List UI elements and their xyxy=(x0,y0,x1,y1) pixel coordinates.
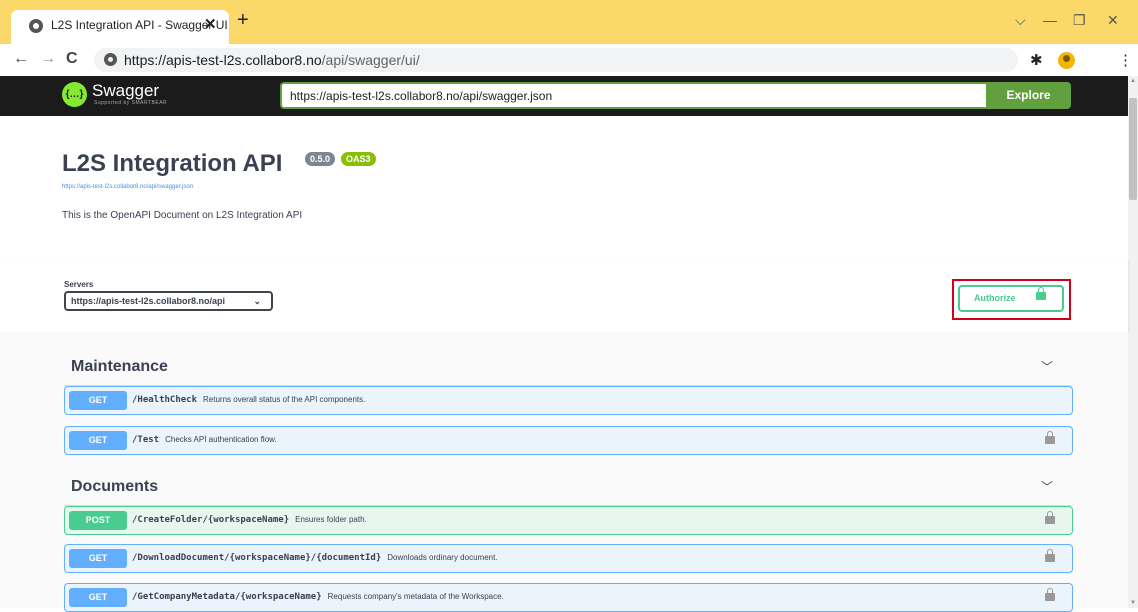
operation-summary: Ensures folder path. xyxy=(295,515,367,524)
swagger-logo-icon: {…} xyxy=(62,82,87,107)
tab-search-icon[interactable]: ⌵ xyxy=(1015,12,1026,29)
tag-name: Maintenance xyxy=(71,358,168,375)
new-tab-button[interactable]: + xyxy=(237,10,249,30)
unlock-icon xyxy=(1036,287,1046,300)
profile-avatar[interactable] xyxy=(1058,52,1075,69)
operation-summary: Returns overall status of the API compon… xyxy=(203,395,366,404)
operation-path: /GetCompanyMetadata/{workspaceName} Reque… xyxy=(132,592,504,602)
tag-section-header[interactable]: Documents ﹀ xyxy=(64,458,1073,506)
version-badge: 0.5.0 xyxy=(305,152,336,166)
operation-path: /HealthCheck Returns overall status of th… xyxy=(132,395,365,405)
address-bar[interactable]: https://apis-test-l2s.collabor8.no/api/s… xyxy=(94,48,1018,72)
oas-badge: OAS3 xyxy=(341,152,376,166)
operation-row[interactable]: POST /CreateFolder/{workspaceName} Ensure… xyxy=(64,506,1073,535)
scroll-down-icon[interactable]: ▼ xyxy=(1130,600,1136,606)
url-host: https://apis-test-l2s.collabor8.no xyxy=(124,52,322,68)
address-url: https://apis-test-l2s.collabor8.no/api/s… xyxy=(124,52,420,68)
page-scrollbar[interactable]: ▲ ▼ xyxy=(1128,76,1138,608)
tab-close-icon[interactable]: ✕ xyxy=(204,15,217,33)
method-badge: GET xyxy=(69,588,127,607)
browser-menu-icon[interactable]: ⋮ xyxy=(1118,51,1133,69)
operation-row[interactable]: GET /Test Checks API authentication flow. xyxy=(64,426,1073,455)
path-text: /Test xyxy=(132,435,160,445)
method-badge: GET xyxy=(69,549,127,568)
window-close-button[interactable]: ✕ xyxy=(1107,12,1119,29)
globe-icon xyxy=(29,19,43,33)
extensions-icon[interactable]: ✱ xyxy=(1030,51,1043,69)
operation-path: /DownloadDocument/{workspaceName}/{docum… xyxy=(132,553,498,563)
tab-title: L2S Integration API - Swagger UI xyxy=(51,18,228,32)
operations-section: Maintenance ﹀ GET /HealthCheck Returns ov… xyxy=(0,332,1128,612)
spec-url-input[interactable]: https://apis-test-l2s.collabor8.no/api/s… xyxy=(280,82,986,109)
operation-path: /CreateFolder/{workspaceName} Ensures fol… xyxy=(132,515,367,525)
site-info-icon[interactable] xyxy=(104,53,117,66)
browser-tab-strip: L2S Integration API - Swagger UI ✕ + ⌵ —… xyxy=(0,0,1138,44)
lock-icon[interactable] xyxy=(1045,511,1055,524)
back-button[interactable]: ← xyxy=(13,50,29,68)
api-description: This is the OpenAPI Document on L2S Inte… xyxy=(62,210,303,221)
scheme-container: Servers https://apis-test-l2s.collabor8.… xyxy=(0,260,1128,332)
operation-row[interactable]: GET /DownloadDocument/{workspaceName}/{d… xyxy=(64,544,1073,573)
servers-label: Servers xyxy=(64,280,94,289)
explore-button[interactable]: Explore xyxy=(986,82,1071,109)
swagger-logo-subtext: Supported by SMARTBEAR xyxy=(94,100,168,106)
restore-button[interactable]: ❐ xyxy=(1073,12,1086,29)
scroll-up-icon[interactable]: ▲ xyxy=(1130,78,1136,84)
servers-select[interactable]: https://apis-test-l2s.collabor8.no/api ⌄ xyxy=(64,291,273,311)
operation-summary: Downloads ordinary document. xyxy=(387,553,498,562)
swagger-logo-text: Swagger xyxy=(92,81,160,100)
path-text: /DownloadDocument/{workspaceName}/{docum… xyxy=(132,553,382,563)
chevron-down-icon[interactable]: ﹀ xyxy=(1041,478,1053,495)
spec-link[interactable]: https://apis-test-l2s.collabor8.no/api/s… xyxy=(62,184,193,190)
browser-tab[interactable]: L2S Integration API - Swagger UI ✕ xyxy=(11,10,229,44)
operation-summary: Checks API authentication flow. xyxy=(165,435,277,444)
operation-path: /Test Checks API authentication flow. xyxy=(132,435,277,445)
tag-section-header[interactable]: Maintenance ﹀ xyxy=(64,338,1073,386)
path-text: /CreateFolder/{workspaceName} xyxy=(132,515,290,525)
url-path: /api/swagger/ui/ xyxy=(321,52,420,68)
forward-button[interactable]: → xyxy=(40,50,56,68)
browser-toolbar: ← → C https://apis-test-l2s.collabor8.no… xyxy=(0,44,1138,76)
operation-row[interactable]: GET /HealthCheck Returns overall status o… xyxy=(64,386,1073,415)
api-title: L2S Integration API xyxy=(62,150,283,177)
lock-icon[interactable] xyxy=(1045,549,1055,562)
authorize-label: Authorize xyxy=(974,293,1016,303)
chevron-down-icon: ⌄ xyxy=(253,296,261,306)
lock-icon[interactable] xyxy=(1045,431,1055,444)
method-badge: GET xyxy=(69,391,127,410)
scrollbar-thumb[interactable] xyxy=(1129,98,1137,200)
tag-name: Documents xyxy=(71,478,159,495)
operation-summary: Requests company's metadata of the Works… xyxy=(327,592,504,601)
path-text: /GetCompanyMetadata/{workspaceName} xyxy=(132,592,322,602)
swagger-topbar: {…} Swagger Supported by SMARTBEAR https… xyxy=(0,76,1128,116)
minimize-button[interactable]: — xyxy=(1043,12,1057,28)
lock-icon[interactable] xyxy=(1045,588,1055,601)
authorize-button[interactable]: Authorize xyxy=(958,285,1064,312)
chevron-down-icon[interactable]: ﹀ xyxy=(1041,358,1053,375)
path-text: /HealthCheck xyxy=(132,395,198,405)
method-badge: POST xyxy=(69,511,127,530)
servers-selected-value: https://apis-test-l2s.collabor8.no/api xyxy=(71,296,226,306)
reload-button[interactable]: C xyxy=(66,50,78,68)
method-badge: GET xyxy=(69,431,127,450)
